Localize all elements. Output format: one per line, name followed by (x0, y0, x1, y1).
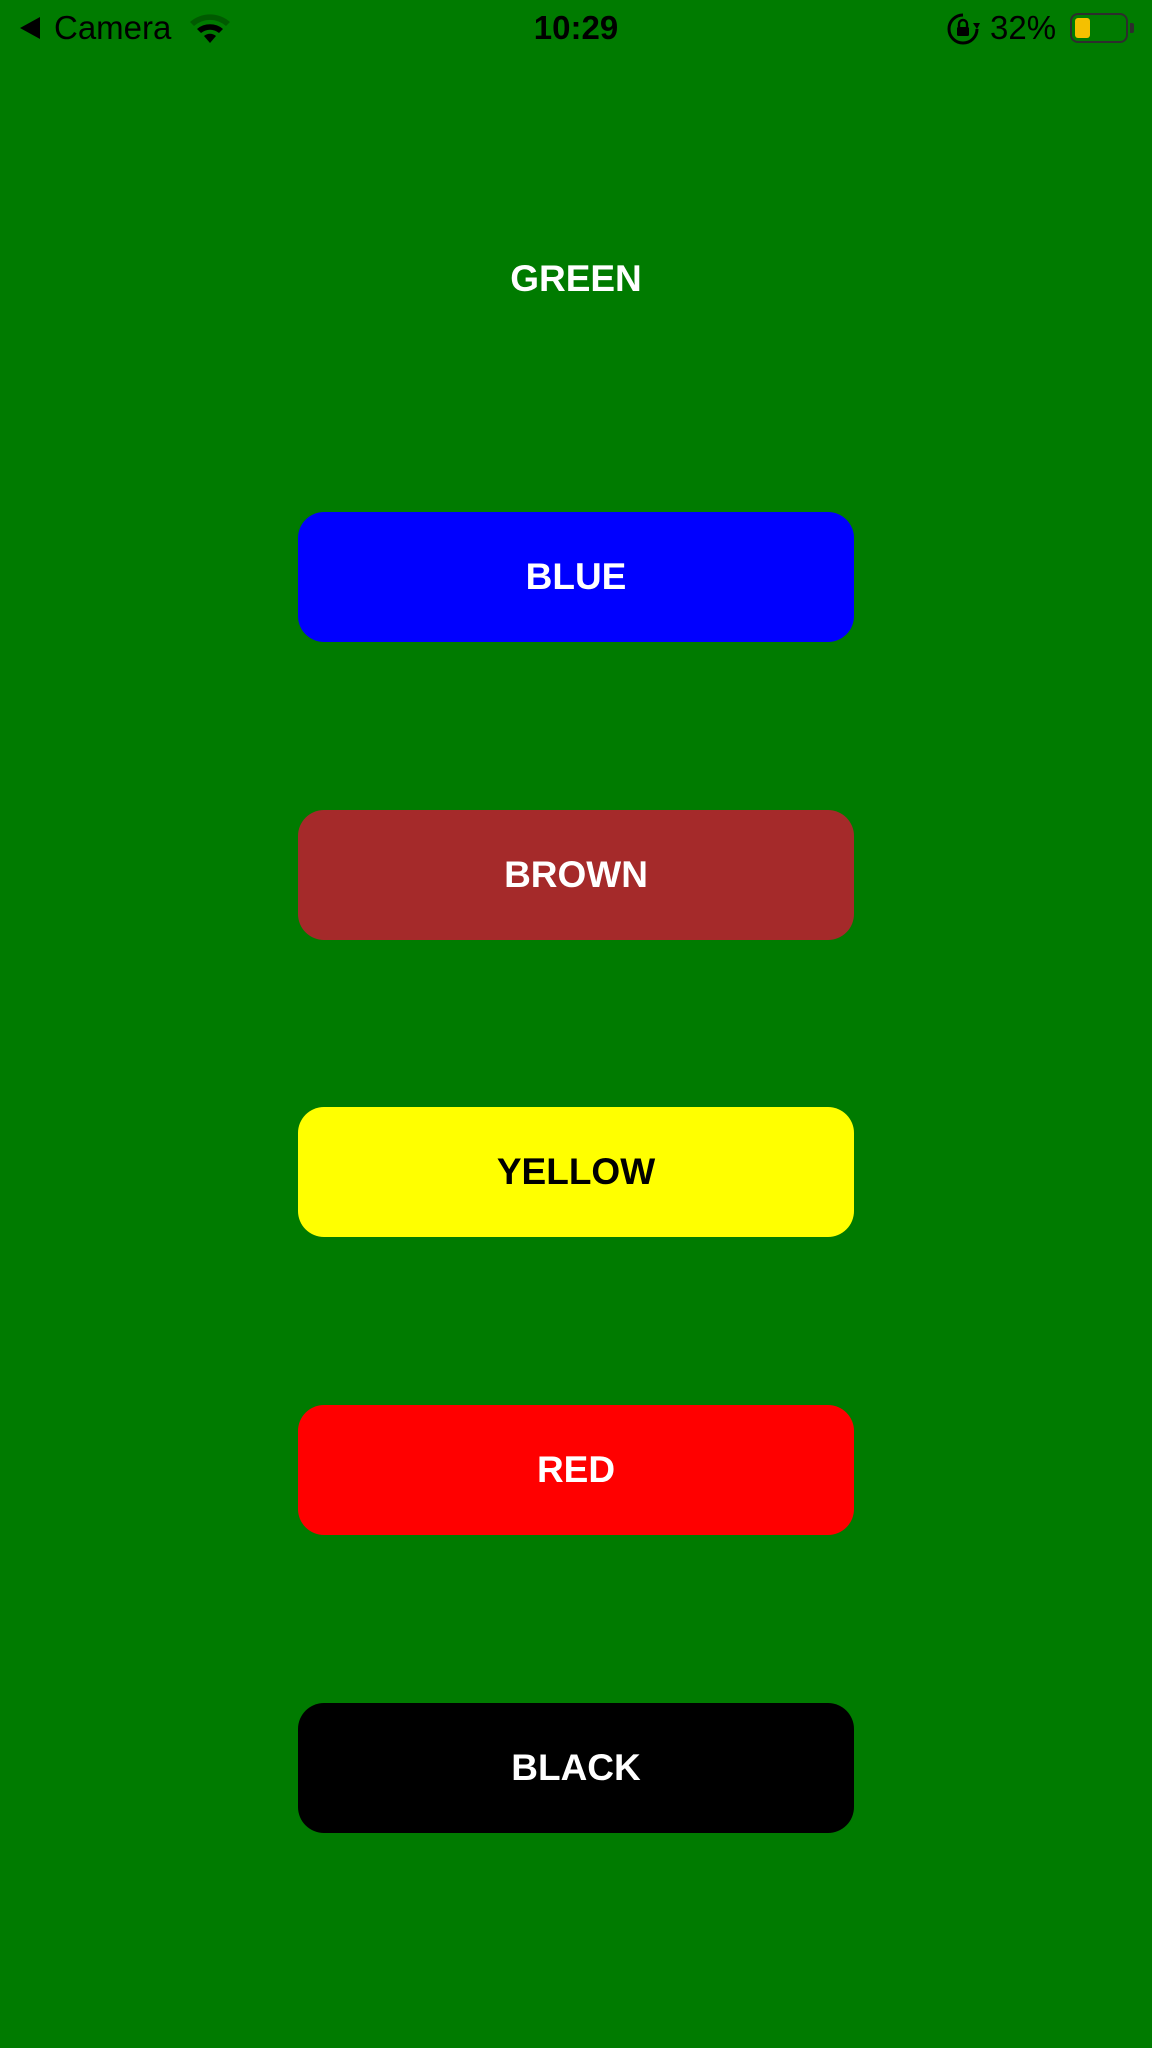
battery-percentage: 32% (990, 9, 1057, 46)
color-screen: Camera 10:29 32% GREEN BLUE BROWN YELLOW… (0, 0, 1152, 2048)
battery-icon (1070, 13, 1134, 43)
status-bar: Camera 10:29 32% (0, 0, 1152, 60)
wifi-icon (190, 14, 230, 43)
back-arrow-icon[interactable] (20, 17, 40, 39)
yellow-button[interactable]: YELLOW (298, 1107, 854, 1237)
black-button[interactable]: BLACK (298, 1703, 854, 1833)
red-button[interactable]: RED (298, 1405, 854, 1535)
lock-rotation-icon (947, 13, 980, 45)
current-color-title: GREEN (510, 258, 642, 299)
status-time: 10:29 (533, 9, 619, 46)
blue-button[interactable]: BLUE (298, 512, 854, 642)
back-to-app-label[interactable]: Camera (54, 8, 171, 48)
brown-button[interactable]: BROWN (298, 810, 854, 940)
